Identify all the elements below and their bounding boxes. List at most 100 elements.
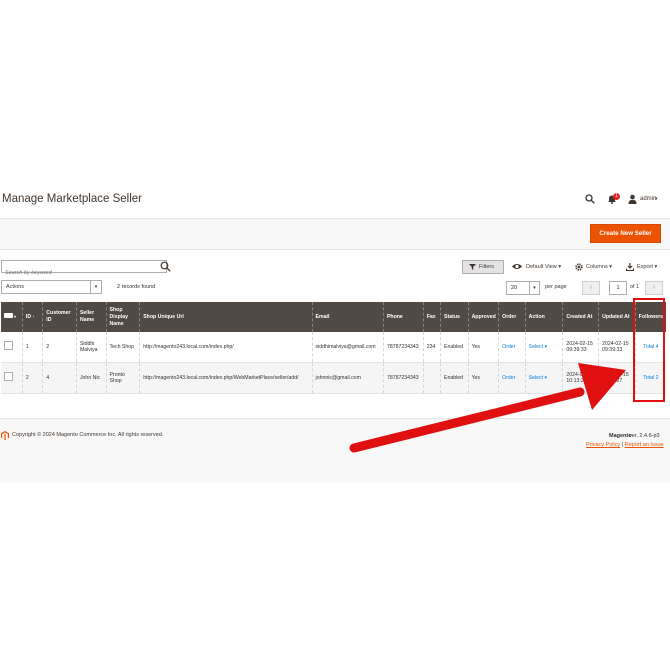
shop-url-cell: http://magento243.local.com/index.php/We… xyxy=(139,362,313,394)
column-header[interactable]: ID ↑ xyxy=(21,302,43,332)
magento-logo-icon xyxy=(1,431,9,440)
gear-icon xyxy=(575,263,583,271)
per-page-label: per page xyxy=(545,284,567,290)
id-cell: 1 xyxy=(21,332,43,363)
seller-name-cell: John Nic xyxy=(75,362,107,394)
previous-page-button[interactable]: ‹ xyxy=(582,281,600,295)
row-checkbox[interactable] xyxy=(4,372,13,382)
approved-cell: Yes xyxy=(467,362,499,394)
eye-icon xyxy=(512,264,522,269)
table-row: 2 4 John Nic Pronto Shop http://magento2… xyxy=(1,362,666,394)
keyword-search[interactable] xyxy=(1,260,167,279)
action-select[interactable]: Select ▾ xyxy=(529,375,547,381)
admin-user-menu[interactable]: admin xyxy=(640,196,656,202)
notification-badge[interactable]: 1 xyxy=(613,193,620,200)
approved-cell: Yes xyxy=(467,332,499,363)
table-row: 1 2 Siddhi Malviya Tech Shop http://mage… xyxy=(1,332,666,363)
user-icon[interactable] xyxy=(628,194,637,204)
default-view-dropdown[interactable]: Default View ▾ xyxy=(526,264,561,270)
created-at-cell: 2024-02-15 09:39:33 xyxy=(562,332,599,363)
filter-icon xyxy=(469,264,476,270)
row-select-cell[interactable] xyxy=(1,332,23,363)
order-cell: Order xyxy=(498,362,526,394)
columns-label: Columns xyxy=(586,264,608,270)
search-input[interactable] xyxy=(2,267,158,279)
email-cell: siddhimalviya@gmail.com xyxy=(311,332,384,363)
export-dropdown[interactable]: Export ▾ xyxy=(637,264,657,270)
customer-id-cell: 2 xyxy=(42,332,77,363)
column-header[interactable]: Phone xyxy=(382,302,424,332)
phone-cell: 78787234343 xyxy=(382,362,424,394)
chevron-down-icon: ▾ xyxy=(558,264,562,270)
chevron-down-icon: ▾ xyxy=(529,282,539,294)
table-header-row: ▾ ID ↑ Customer ID Seller Name Shop Disp… xyxy=(1,302,666,332)
column-header[interactable]: Created At xyxy=(562,302,599,332)
order-cell: Order xyxy=(498,332,526,363)
export-label: Export xyxy=(637,264,653,270)
column-header[interactable]: Updated At xyxy=(598,302,636,332)
fax-cell: 234 xyxy=(422,332,441,363)
action-select-label: Select xyxy=(528,374,544,381)
filters-button[interactable]: Filters xyxy=(462,260,504,274)
report-issue-link[interactable]: Report an Issue xyxy=(625,442,664,448)
action-select[interactable]: Select ▾ xyxy=(529,344,547,350)
page-actions-bar xyxy=(0,218,670,250)
column-header: Action xyxy=(524,302,563,332)
chevron-down-icon[interactable]: ▾ xyxy=(655,196,658,202)
shop-display-name-cell: Pronto Shop xyxy=(105,362,140,394)
mass-select-header[interactable]: ▾ xyxy=(1,302,23,332)
page-title: Manage Marketplace Seller xyxy=(2,193,142,205)
footer-separator: | xyxy=(621,442,624,448)
row-select-cell[interactable] xyxy=(1,362,23,394)
chevron-down-icon: ▾ xyxy=(654,264,658,270)
sort-arrow-icon: ↑ xyxy=(32,314,35,319)
create-new-seller-button[interactable]: Create New Seller xyxy=(590,224,661,243)
column-header[interactable]: Approved xyxy=(467,302,499,332)
records-count: 2 records found xyxy=(117,284,156,290)
phone-cell: 78787234343 xyxy=(382,332,424,363)
column-header[interactable]: Fax xyxy=(422,302,441,332)
action-select-label: Select xyxy=(528,343,544,350)
per-page-select[interactable]: 20 ▾ xyxy=(506,281,540,295)
footer-version: ver. 2.4.6-p3 xyxy=(629,433,660,439)
created-at-cell: 2024-02-15 10:13:27 xyxy=(562,362,599,394)
mass-actions-select[interactable]: Actions ▾ xyxy=(1,280,102,294)
per-page-value: 20 xyxy=(511,285,518,291)
mass-select-checkbox[interactable] xyxy=(4,313,13,318)
id-cell: 2 xyxy=(21,362,43,394)
column-header[interactable]: Seller Name xyxy=(75,302,107,332)
column-header[interactable]: Shop Unique Url xyxy=(139,302,313,332)
footer-links: Privacy Policy | Report an Issue xyxy=(586,442,664,448)
order-link[interactable]: Order xyxy=(502,375,515,381)
chevron-down-icon: ▾ xyxy=(90,281,101,293)
chevron-down-icon[interactable]: ▾ xyxy=(14,314,16,319)
search-icon[interactable] xyxy=(585,194,595,204)
status-cell: Enabled xyxy=(440,362,469,394)
column-header[interactable]: Email xyxy=(311,302,384,332)
shop-display-name-cell: Tech Shop xyxy=(105,332,140,363)
column-header-label: ID xyxy=(25,314,32,320)
row-checkbox[interactable] xyxy=(4,341,13,351)
email-cell: johnnic@gmail.com xyxy=(311,362,384,394)
mass-actions-label: Actions xyxy=(6,284,25,290)
fax-cell xyxy=(422,362,441,394)
view-label: Default View xyxy=(526,264,557,270)
followers-highlight-box xyxy=(633,298,665,402)
page-number-input[interactable]: 1 xyxy=(609,281,627,295)
column-header[interactable]: Order xyxy=(498,302,526,332)
column-header[interactable]: Shop Display Name xyxy=(105,302,140,332)
order-link[interactable]: Order xyxy=(502,344,515,350)
columns-dropdown[interactable]: Columns ▾ xyxy=(586,264,612,270)
page-footer xyxy=(0,418,670,483)
privacy-policy-link[interactable]: Privacy Policy xyxy=(586,442,620,448)
download-icon xyxy=(626,263,634,271)
next-page-button[interactable]: › xyxy=(645,281,663,295)
customer-id-cell: 4 xyxy=(42,362,77,394)
column-header[interactable]: Status xyxy=(440,302,469,332)
sellers-grid: ▾ ID ↑ Customer ID Seller Name Shop Disp… xyxy=(1,302,666,394)
search-icon[interactable] xyxy=(160,261,171,272)
chevron-down-icon: ▾ xyxy=(544,374,548,381)
filters-label: Filters xyxy=(479,264,494,270)
column-header[interactable]: Customer ID xyxy=(42,302,77,332)
shop-url-cell: http://magento243.local.com/index.php/ xyxy=(139,332,313,363)
